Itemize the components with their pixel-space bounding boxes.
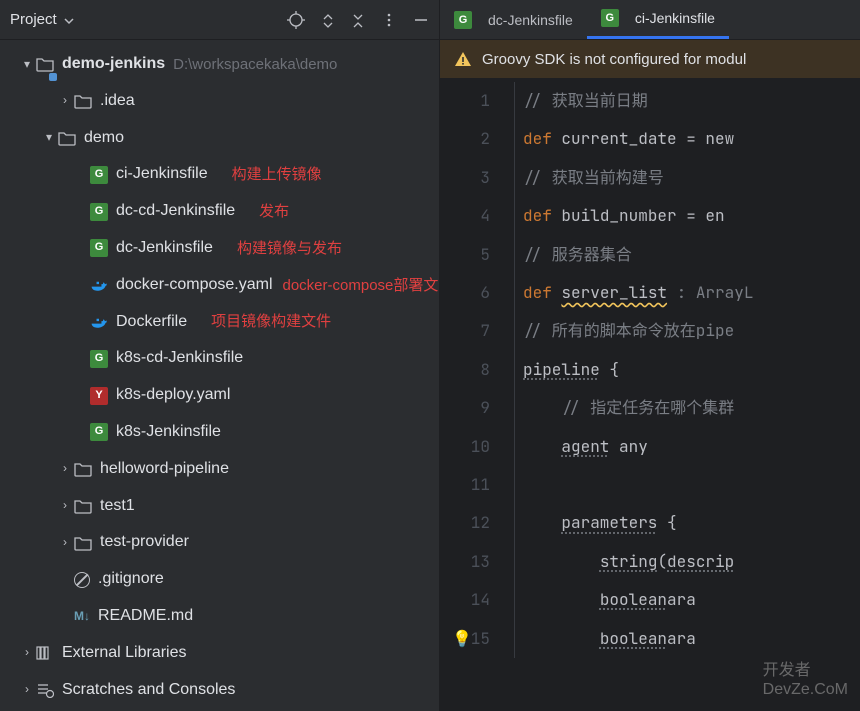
tree-file[interactable]: › .gitignore bbox=[0, 561, 439, 598]
lightbulb-icon[interactable]: 💡 bbox=[452, 620, 472, 658]
chevron-right-icon[interactable]: › bbox=[56, 458, 74, 480]
locate-icon[interactable] bbox=[287, 10, 305, 28]
library-icon bbox=[36, 645, 54, 661]
expand-icon[interactable] bbox=[321, 11, 335, 27]
tab-ci-jenkinsfile[interactable]: G ci-Jenkinsfile bbox=[587, 0, 729, 39]
yaml-file-icon: Y bbox=[90, 387, 108, 405]
tab-dc-jenkinsfile[interactable]: G dc-Jenkinsfile bbox=[440, 0, 587, 39]
folder-icon bbox=[74, 535, 92, 551]
external-libraries[interactable]: › External Libraries bbox=[0, 635, 439, 672]
editor-area: G dc-Jenkinsfile G ci-Jenkinsfile Groovy… bbox=[440, 0, 860, 711]
groovy-file-icon: G bbox=[454, 11, 472, 29]
project-folder-icon bbox=[36, 50, 54, 79]
editor-tabs: G dc-Jenkinsfile G ci-Jenkinsfile bbox=[440, 0, 860, 40]
tree-file[interactable]: Dockerfile 项目镜像构建文件 bbox=[0, 304, 439, 341]
scratch-icon bbox=[36, 682, 54, 698]
sidebar-header: Project bbox=[0, 0, 439, 40]
project-dropdown[interactable]: Project bbox=[10, 11, 57, 28]
tree-folder[interactable]: › test1 bbox=[0, 488, 439, 525]
folder-icon bbox=[74, 461, 92, 477]
folder-icon bbox=[74, 498, 92, 514]
groovy-file-icon: G bbox=[90, 423, 108, 441]
tree-file[interactable]: G ci-Jenkinsfile 构建上传镜像 bbox=[0, 156, 439, 193]
file-annotation: docker-compose部署文件 bbox=[283, 272, 440, 299]
tree-root-path: D:\workspacekaka\demo bbox=[173, 51, 337, 78]
docker-file-icon bbox=[90, 314, 108, 330]
tree-folder[interactable]: › .idea bbox=[0, 83, 439, 120]
groovy-file-icon: G bbox=[601, 9, 619, 27]
tree-root[interactable]: ▾ demo-jenkins D:\workspacekaka\demo bbox=[0, 46, 439, 83]
docker-file-icon bbox=[90, 277, 108, 293]
markdown-file-icon: M↓ bbox=[74, 606, 90, 628]
folder-icon bbox=[58, 130, 76, 146]
tree-folder[interactable]: › helloword-pipeline bbox=[0, 451, 439, 488]
chevron-right-icon[interactable]: › bbox=[56, 532, 74, 554]
tree-file[interactable]: G k8s-Jenkinsfile bbox=[0, 414, 439, 451]
groovy-file-icon: G bbox=[90, 350, 108, 368]
tree-file[interactable]: G dc-Jenkinsfile 构建镜像与发布 bbox=[0, 230, 439, 267]
tree-file[interactable]: G dc-cd-Jenkinsfile 发布 bbox=[0, 193, 439, 230]
project-sidebar: Project bbox=[0, 0, 440, 711]
tree-root-label: demo-jenkins bbox=[62, 50, 165, 79]
more-icon[interactable] bbox=[381, 11, 397, 28]
warning-icon bbox=[454, 50, 472, 68]
file-annotation: 构建上传镜像 bbox=[232, 161, 322, 188]
notification-text: Groovy SDK is not configured for modul bbox=[482, 51, 746, 68]
chevron-down-icon[interactable]: ▾ bbox=[40, 127, 58, 149]
tree-file[interactable]: › M↓ README.md bbox=[0, 598, 439, 635]
tree-folder[interactable]: › test-provider bbox=[0, 524, 439, 561]
groovy-file-icon: G bbox=[90, 239, 108, 257]
chevron-right-icon[interactable]: › bbox=[18, 642, 36, 664]
gutter: 1 2 3 4 5 6 7 8 9 10 11 12 13 14 💡15 bbox=[440, 78, 510, 711]
chevron-right-icon[interactable]: › bbox=[18, 679, 36, 701]
tree-folder[interactable]: ▾ demo bbox=[0, 120, 439, 157]
chevron-right-icon[interactable]: › bbox=[56, 495, 74, 517]
file-annotation: 项目镜像构建文件 bbox=[211, 308, 331, 335]
file-annotation: 构建镜像与发布 bbox=[237, 235, 342, 262]
gitignore-icon bbox=[74, 572, 90, 588]
chevron-down-icon[interactable] bbox=[63, 12, 75, 28]
tree-file[interactable]: Y k8s-deploy.yaml bbox=[0, 377, 439, 414]
code-content[interactable]: // 获取当前日期 def current_date = new // 获取当前… bbox=[510, 78, 860, 711]
tree-file[interactable]: G k8s-cd-Jenkinsfile bbox=[0, 340, 439, 377]
groovy-file-icon: G bbox=[90, 166, 108, 184]
folder-icon bbox=[74, 93, 92, 109]
notification-bar[interactable]: Groovy SDK is not configured for modul bbox=[440, 40, 860, 78]
project-tree: ▾ demo-jenkins D:\workspacekaka\demo › .… bbox=[0, 40, 439, 711]
minimize-icon[interactable] bbox=[413, 11, 429, 28]
watermark: 开发者 DevZe.CoM bbox=[763, 661, 848, 699]
groovy-file-icon: G bbox=[90, 203, 108, 221]
code-editor[interactable]: 1 2 3 4 5 6 7 8 9 10 11 12 13 14 💡15 // … bbox=[440, 78, 860, 711]
collapse-icon[interactable] bbox=[351, 11, 365, 27]
file-annotation: 发布 bbox=[259, 198, 289, 225]
chevron-right-icon[interactable]: › bbox=[56, 90, 74, 112]
tree-file[interactable]: docker-compose.yaml docker-compose部署文件 bbox=[0, 267, 439, 304]
scratches-consoles[interactable]: › Scratches and Consoles bbox=[0, 672, 439, 709]
chevron-down-icon[interactable]: ▾ bbox=[18, 54, 36, 76]
